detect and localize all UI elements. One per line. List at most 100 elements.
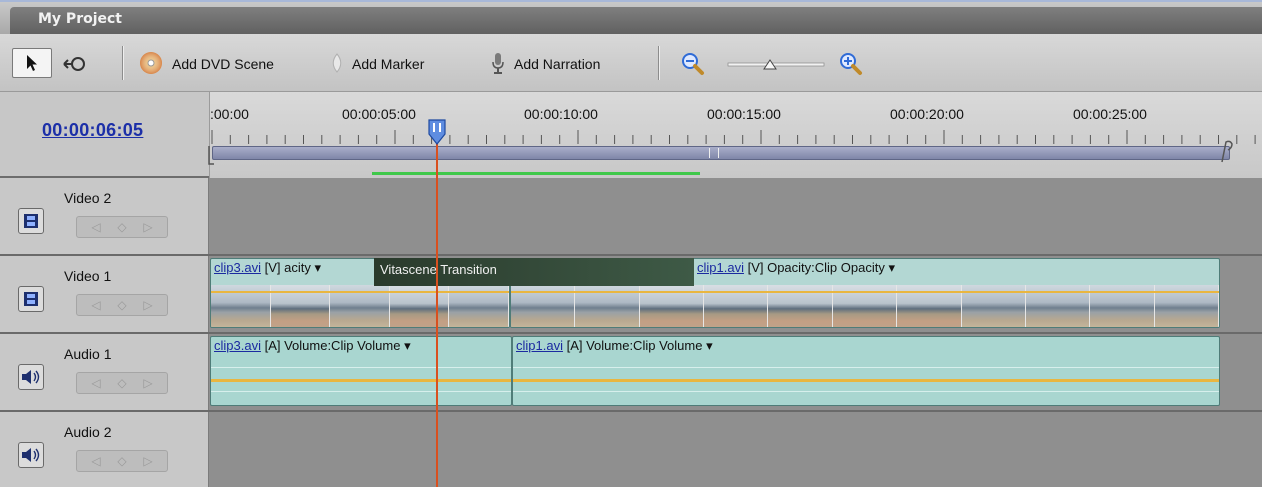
track-lane[interactable]: clip3.avi [A] Volume:Clip Volume ▾ clip1…: [210, 334, 1262, 410]
zoom-in-button[interactable]: [838, 50, 864, 78]
time-stretch-tool-button[interactable]: [62, 50, 88, 78]
track-header: Audio 1 ◁ ◇ ▷: [0, 334, 209, 410]
timeline-toolbar: Add DVD Scene Add Marker Add Narration: [0, 34, 1262, 92]
microphone-icon: [490, 51, 506, 78]
dvd-disc-icon: [138, 50, 164, 79]
clip-property: [V] Opacity:Clip Opacity: [743, 260, 885, 275]
zoom-in-icon: [840, 53, 862, 75]
playhead-handle-icon[interactable]: [427, 118, 447, 146]
opacity-keyframe-line[interactable]: [211, 291, 509, 293]
clip-file-name[interactable]: clip1.avi: [697, 260, 744, 275]
end-marker-icon[interactable]: [1216, 138, 1240, 164]
clip-property: [A] Volume:Clip Volume: [260, 338, 401, 353]
volume-keyframe-line[interactable]: [513, 379, 1219, 382]
add-keyframe-icon[interactable]: ◇: [117, 454, 126, 468]
keyframe-navigator[interactable]: ◁ ◇ ▷: [76, 216, 168, 238]
zoom-out-button[interactable]: [680, 50, 706, 78]
track-lane[interactable]: [210, 412, 1262, 487]
next-keyframe-icon[interactable]: ▷: [143, 298, 152, 312]
clip-file-name[interactable]: clip3.avi: [214, 338, 261, 353]
speaker-icon: [22, 370, 40, 384]
add-keyframe-icon[interactable]: ◇: [117, 298, 126, 312]
dropdown-arrow-icon[interactable]: ▾: [888, 260, 895, 275]
transition-label: Vitascene Transition: [380, 262, 497, 277]
prev-keyframe-icon[interactable]: ◁: [91, 376, 100, 390]
track-toggle-button[interactable]: [18, 364, 44, 390]
prev-keyframe-icon[interactable]: ◁: [91, 454, 100, 468]
add-dvd-scene-button[interactable]: Add DVD Scene: [138, 50, 274, 78]
arrow-cursor-icon: [27, 55, 37, 71]
track-toggle-button[interactable]: [18, 208, 44, 234]
track-toggle-button[interactable]: [18, 442, 44, 468]
film-icon: [24, 292, 38, 306]
time-stretch-icon: [63, 57, 85, 71]
marker-icon: [330, 52, 344, 77]
add-marker-label: Add Marker: [352, 56, 425, 72]
audio-clip[interactable]: clip3.avi [A] Volume:Clip Volume ▾: [210, 336, 512, 406]
panel-title-bar: My Project: [0, 0, 1262, 37]
track-audio-1: Audio 1 ◁ ◇ ▷ clip3.avi [A] Volume:Clip Vo…: [0, 334, 1262, 412]
track-audio-2: Audio 2 ◁ ◇ ▷: [0, 412, 1262, 487]
track-video-1: Video 1 ◁ ◇ ▷ clip3.avi [V] acity ▾ Vitasc…: [0, 256, 1262, 334]
zoom-slider[interactable]: [726, 50, 826, 78]
keyframe-navigator[interactable]: ◁ ◇ ▷: [76, 294, 168, 316]
ruler-label: :00:00: [210, 106, 249, 122]
time-ruler[interactable]: :00:00 00:00:05:00 00:00:10:00 00:00:15:…: [208, 92, 1262, 178]
ruler-label: 00:00:20:00: [890, 106, 964, 122]
prev-keyframe-icon[interactable]: ◁: [91, 220, 100, 234]
speaker-icon: [22, 448, 40, 462]
current-timecode[interactable]: 00:00:06:05: [42, 120, 143, 141]
toolbar-separator: [658, 46, 659, 80]
dropdown-arrow-icon[interactable]: ▾: [706, 338, 713, 353]
start-marker-icon[interactable]: [202, 144, 216, 168]
track-header: Audio 2 ◁ ◇ ▷: [0, 412, 209, 487]
keyframe-navigator[interactable]: ◁ ◇ ▷: [76, 372, 168, 394]
ruler-ticks: [211, 130, 1256, 144]
clip-property: [V] acity: [260, 260, 311, 275]
next-keyframe-icon[interactable]: ▷: [143, 454, 152, 468]
add-narration-button[interactable]: Add Narration: [490, 50, 600, 78]
add-narration-label: Add Narration: [514, 56, 601, 72]
transition-block[interactable]: Vitascene Transition: [374, 258, 694, 286]
track-name: Video 1: [64, 268, 112, 284]
prev-keyframe-icon[interactable]: ◁: [91, 298, 100, 312]
ruler-label: 00:00:25:00: [1073, 106, 1147, 122]
dropdown-arrow-icon[interactable]: ▾: [314, 260, 321, 275]
dropdown-arrow-icon[interactable]: ▾: [404, 338, 411, 353]
work-area-bar[interactable]: [372, 172, 700, 175]
ruler-label: 00:00:10:00: [524, 106, 598, 122]
add-keyframe-icon[interactable]: ◇: [117, 220, 126, 234]
track-lane[interactable]: clip3.avi [V] acity ▾ Vitascene Transiti…: [210, 256, 1262, 332]
clip-property: [A] Volume:Clip Volume: [562, 338, 703, 353]
ruler-label: 00:00:15:00: [707, 106, 781, 122]
clip-file-name[interactable]: clip3.avi: [214, 260, 261, 275]
add-keyframe-icon[interactable]: ◇: [117, 376, 126, 390]
track-name: Audio 2: [64, 424, 112, 440]
volume-keyframe-line[interactable]: [211, 379, 511, 382]
audio-clip[interactable]: clip1.avi [A] Volume:Clip Volume ▾: [512, 336, 1220, 406]
track-header: Video 1 ◁ ◇ ▷: [0, 256, 209, 332]
scroll-bar-grip[interactable]: [709, 148, 719, 158]
timeline-scroll-bar[interactable]: [212, 146, 1230, 160]
clip-file-name[interactable]: clip1.avi: [516, 338, 563, 353]
zoom-out-icon: [682, 53, 704, 75]
ruler-label: 00:00:05:00: [342, 106, 416, 122]
track-name: Video 2: [64, 190, 112, 206]
selection-tool-button[interactable]: [12, 48, 52, 78]
next-keyframe-icon[interactable]: ▷: [143, 376, 152, 390]
next-keyframe-icon[interactable]: ▷: [143, 220, 152, 234]
time-ruler-area: 00:00:06:05 :00:00 00:00:05:00 00:00:10:…: [0, 92, 1262, 178]
film-icon: [24, 214, 38, 228]
track-header: Video 2 ◁ ◇ ▷: [0, 178, 209, 254]
track-toggle-button[interactable]: [18, 286, 44, 312]
zoom-slider-track[interactable]: [726, 54, 826, 74]
add-dvd-scene-label: Add DVD Scene: [172, 56, 274, 72]
add-marker-button[interactable]: Add Marker: [330, 50, 424, 78]
toolbar-separator: [122, 46, 123, 80]
track-video-2: Video 2 ◁ ◇ ▷: [0, 178, 1262, 256]
track-name: Audio 1: [64, 346, 112, 362]
opacity-keyframe-line[interactable]: [511, 291, 1219, 293]
playhead-line[interactable]: [436, 125, 438, 487]
track-lane[interactable]: [210, 178, 1262, 254]
keyframe-navigator[interactable]: ◁ ◇ ▷: [76, 450, 168, 472]
